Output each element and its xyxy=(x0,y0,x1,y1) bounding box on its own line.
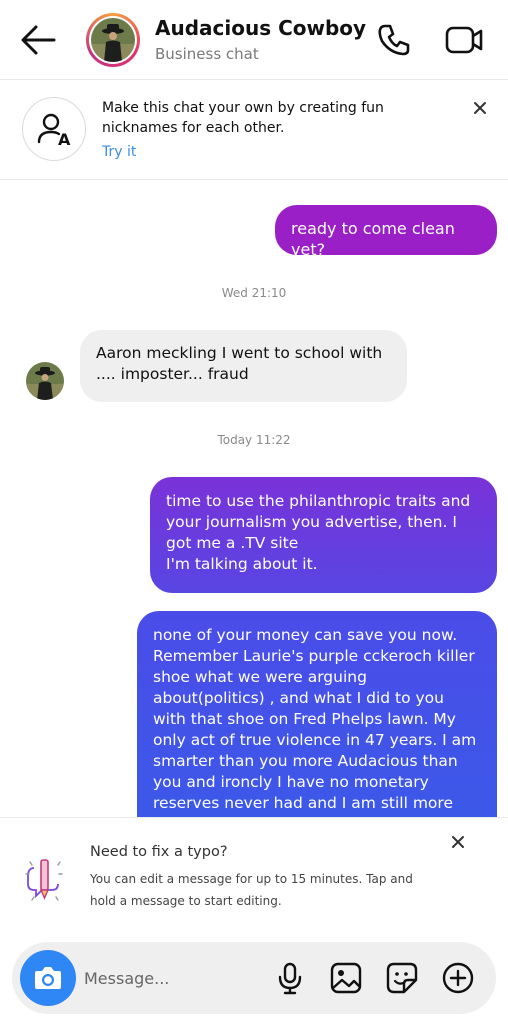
edit-tip-sheet: Need to fix a typo? You can edit a messa… xyxy=(0,817,508,937)
gallery-icon[interactable] xyxy=(328,960,364,996)
edit-message-icon xyxy=(22,854,68,906)
outgoing-message[interactable]: none of your money can save you now. Rem… xyxy=(137,611,497,841)
tip-title: Need to fix a typo? xyxy=(90,844,228,860)
close-icon[interactable] xyxy=(448,832,468,852)
tip-body: You can edit a message for up to 15 minu… xyxy=(90,872,413,908)
contact-avatar[interactable] xyxy=(86,13,140,67)
message-composer xyxy=(12,942,496,1014)
outgoing-message[interactable]: ready to come clean yet? xyxy=(275,205,497,259)
contact-name[interactable]: Audacious Cowboy xyxy=(155,16,366,40)
banner-message: Make this chat your own by creating fun … xyxy=(102,100,384,136)
camera-icon[interactable] xyxy=(20,950,76,1006)
back-arrow-icon[interactable] xyxy=(18,22,58,58)
close-icon[interactable] xyxy=(470,98,490,118)
video-camera-icon[interactable] xyxy=(444,22,484,58)
chat-type-label: Business chat xyxy=(155,45,259,63)
message-input[interactable] xyxy=(84,964,264,992)
svg-text:A: A xyxy=(58,130,71,149)
sticker-icon[interactable] xyxy=(384,960,420,996)
chat-header: Audacious Cowboy Business chat xyxy=(0,0,508,80)
plus-icon[interactable] xyxy=(440,960,476,996)
try-it-link[interactable]: Try it xyxy=(102,144,136,160)
contact-avatar-small[interactable] xyxy=(26,362,64,400)
microphone-icon[interactable] xyxy=(272,960,308,996)
nickname-banner: A Make this chat your own by creating fu… xyxy=(0,80,508,180)
phone-icon[interactable] xyxy=(376,22,412,58)
message-timestamp: Wed 21:10 xyxy=(221,286,287,300)
outgoing-message[interactable]: time to use the philanthropic traits and… xyxy=(150,477,497,593)
incoming-message[interactable]: Aaron meckling I went to school with ...… xyxy=(80,330,407,402)
message-timestamp: Today 11:22 xyxy=(217,433,291,447)
nickname-icon: A xyxy=(22,97,86,161)
